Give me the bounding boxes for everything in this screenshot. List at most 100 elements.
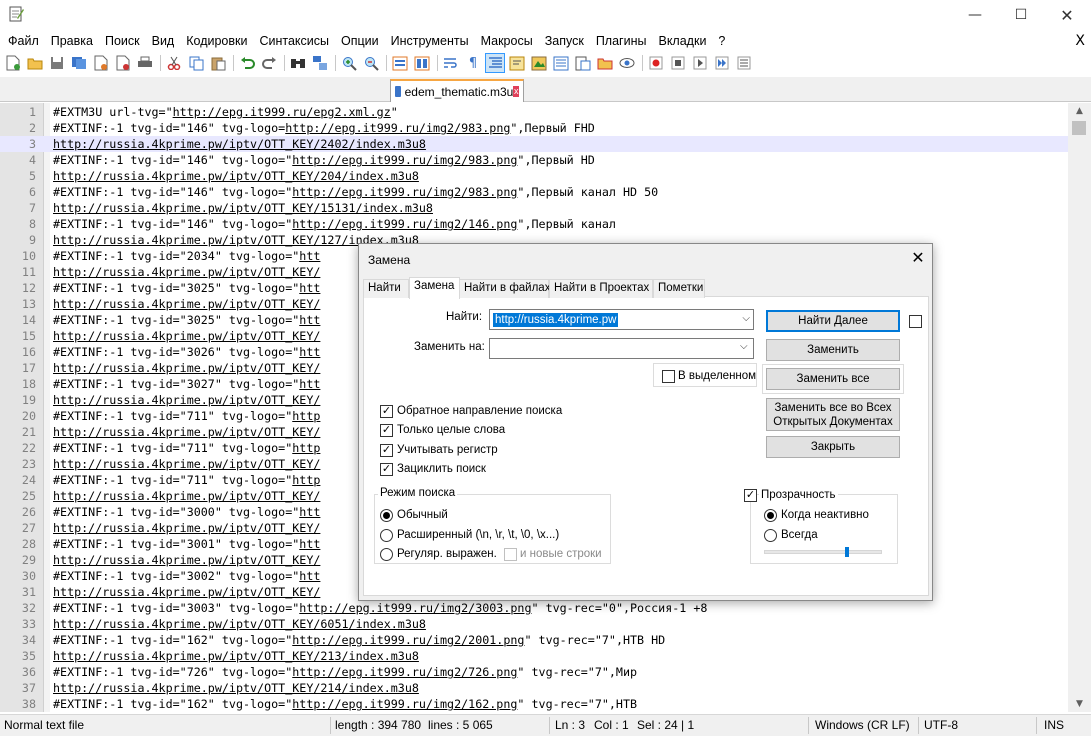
- editor-line[interactable]: 8 #EXTINF:-1 tvg-id="146" tvg-logo="http:…: [0, 216, 1068, 232]
- open-file-icon[interactable]: [26, 54, 44, 72]
- cut-icon[interactable]: [165, 54, 183, 72]
- trans-always-radio[interactable]: [764, 529, 777, 542]
- close-file-icon[interactable]: [92, 54, 110, 72]
- backward-checkbox[interactable]: ✓: [380, 405, 393, 418]
- close-tab-icon[interactable]: x: [513, 86, 519, 97]
- editor-line[interactable]: 35 http://russia.4kprime.pw/iptv/OTT_KEY/…: [0, 648, 1068, 664]
- save-all-icon[interactable]: [70, 54, 88, 72]
- menu-item[interactable]: Макросы: [475, 31, 539, 51]
- scroll-up-icon[interactable]: ▲: [1068, 103, 1091, 119]
- record-macro-icon[interactable]: [647, 54, 665, 72]
- function-list-icon[interactable]: [574, 54, 592, 72]
- paste-icon[interactable]: [209, 54, 227, 72]
- editor-line[interactable]: 36 #EXTINF:-1 tvg-id="726" tvg-logo="http…: [0, 664, 1068, 680]
- editor-line[interactable]: 1 #EXTM3U url-tvg="http://epg.it999.ru/ep…: [0, 104, 1068, 120]
- close-dialog-button[interactable]: Закрыть: [766, 436, 900, 458]
- menu-item[interactable]: Запуск: [539, 31, 590, 51]
- match-case-checkbox[interactable]: ✓: [380, 444, 393, 457]
- show-all-chars-icon[interactable]: ¶: [464, 54, 482, 72]
- dialog-tab[interactable]: Найти в файлах: [459, 279, 550, 298]
- editor-line[interactable]: 2 #EXTINF:-1 tvg-id="146" tvg-logo=http:/…: [0, 120, 1068, 136]
- close-document-icon[interactable]: X: [1075, 31, 1085, 51]
- chevron-down-icon[interactable]: ⌵: [740, 341, 748, 352]
- language-icon[interactable]: [508, 54, 526, 72]
- dialog-close-icon[interactable]: ✕: [907, 248, 929, 270]
- dialog-tab[interactable]: Замена: [409, 277, 460, 299]
- menu-item[interactable]: Вкладки: [652, 31, 712, 51]
- run-macro-multiple-icon[interactable]: [713, 54, 731, 72]
- scroll-down-icon[interactable]: ▼: [1068, 696, 1091, 712]
- editor-line[interactable]: 38 #EXTINF:-1 tvg-id="162" tvg-logo="http…: [0, 696, 1068, 712]
- doc-map-icon[interactable]: [530, 54, 548, 72]
- menu-item[interactable]: Файл: [2, 31, 45, 51]
- replace-icon[interactable]: [311, 54, 329, 72]
- transparency-slider[interactable]: [764, 550, 882, 554]
- editor-line[interactable]: 7 http://russia.4kprime.pw/iptv/OTT_KEY/1…: [0, 200, 1068, 216]
- minimize-button[interactable]: —: [952, 0, 998, 30]
- editor-line[interactable]: 32 #EXTINF:-1 tvg-id="3003" tvg-logo="htt…: [0, 600, 1068, 616]
- zoom-in-icon[interactable]: [340, 54, 358, 72]
- menu-item[interactable]: ?: [712, 31, 731, 51]
- replace-all-open-docs-button[interactable]: Заменить все во Всех Открытых Документах: [766, 398, 900, 431]
- redo-icon[interactable]: [260, 54, 278, 72]
- find-next-option-checkbox[interactable]: [909, 315, 922, 328]
- maximize-button[interactable]: ☐: [998, 0, 1044, 30]
- menu-item[interactable]: Опции: [335, 31, 385, 51]
- editor-line[interactable]: 34 #EXTINF:-1 tvg-id="162" tvg-logo="http…: [0, 632, 1068, 648]
- editor-line[interactable]: 5 http://russia.4kprime.pw/iptv/OTT_KEY/2…: [0, 168, 1068, 184]
- replace-input[interactable]: [489, 338, 754, 359]
- monitoring-icon[interactable]: [618, 54, 636, 72]
- save-macro-icon[interactable]: [735, 54, 753, 72]
- editor-line[interactable]: 33 http://russia.4kprime.pw/iptv/OTT_KEY/…: [0, 616, 1068, 632]
- chevron-down-icon[interactable]: ⌵: [742, 313, 750, 324]
- transparency-checkbox[interactable]: ✓: [744, 489, 757, 502]
- sync-vertical-icon[interactable]: [391, 54, 409, 72]
- file-tab[interactable]: edem_thematic.m3u x: [390, 79, 524, 102]
- menu-item[interactable]: Вид: [146, 31, 181, 51]
- dialog-tab[interactable]: Пометки: [653, 279, 705, 298]
- stop-macro-icon[interactable]: [669, 54, 687, 72]
- menu-item[interactable]: Плагины: [590, 31, 653, 51]
- in-selection-checkbox[interactable]: [662, 370, 675, 383]
- menu-item[interactable]: Поиск: [99, 31, 146, 51]
- find-next-button[interactable]: Найти Далее: [766, 310, 900, 332]
- editor-line[interactable]: 4 #EXTINF:-1 tvg-id="146" tvg-logo="http:…: [0, 152, 1068, 168]
- copy-icon[interactable]: [187, 54, 205, 72]
- replace-all-button[interactable]: Заменить все: [766, 368, 900, 390]
- menu-item[interactable]: Правка: [45, 31, 99, 51]
- replace-button[interactable]: Заменить: [766, 339, 900, 361]
- whole-word-checkbox[interactable]: ✓: [380, 424, 393, 437]
- close-all-icon[interactable]: [114, 54, 132, 72]
- sync-horizontal-icon[interactable]: [413, 54, 431, 72]
- wrap-around-checkbox[interactable]: ✓: [380, 463, 393, 476]
- editor-line[interactable]: 37 http://russia.4kprime.pw/iptv/OTT_KEY/…: [0, 680, 1068, 696]
- dialog-tab[interactable]: Найти в Проектах: [549, 279, 653, 298]
- print-icon[interactable]: [136, 54, 154, 72]
- undo-icon[interactable]: [238, 54, 256, 72]
- menu-item[interactable]: Синтаксисы: [253, 31, 335, 51]
- regex-newlines-checkbox[interactable]: [504, 548, 517, 561]
- word-wrap-icon[interactable]: [442, 54, 460, 72]
- find-input[interactable]: http://russia.4kprime.pw ⌵: [489, 309, 754, 330]
- dialog-tab[interactable]: Найти: [363, 279, 409, 298]
- editor-line[interactable]: 6 #EXTINF:-1 tvg-id="146" tvg-logo="http:…: [0, 184, 1068, 200]
- save-icon[interactable]: [48, 54, 66, 72]
- folder-workspace-icon[interactable]: [596, 54, 614, 72]
- scrollbar-thumb[interactable]: [1072, 121, 1086, 135]
- mode-normal-radio[interactable]: [380, 509, 393, 522]
- find-icon[interactable]: [289, 54, 307, 72]
- menu-item[interactable]: Кодировки: [180, 31, 253, 51]
- indent-guide-icon[interactable]: [485, 53, 505, 73]
- transparency-slider-thumb[interactable]: [844, 547, 849, 557]
- mode-regex-radio[interactable]: [380, 548, 393, 561]
- doc-list-icon[interactable]: [552, 54, 570, 72]
- zoom-out-icon[interactable]: [362, 54, 380, 72]
- vertical-scrollbar[interactable]: ▲ ▼: [1068, 103, 1091, 712]
- new-file-icon[interactable]: [4, 54, 22, 72]
- mode-extended-radio[interactable]: [380, 529, 393, 542]
- play-macro-icon[interactable]: [691, 54, 709, 72]
- editor-line[interactable]: 3 http://russia.4kprime.pw/iptv/OTT_KEY/2…: [0, 136, 1068, 152]
- close-window-button[interactable]: ✕: [1044, 0, 1090, 30]
- trans-inactive-radio[interactable]: [764, 509, 777, 522]
- menu-item[interactable]: Инструменты: [385, 31, 475, 51]
